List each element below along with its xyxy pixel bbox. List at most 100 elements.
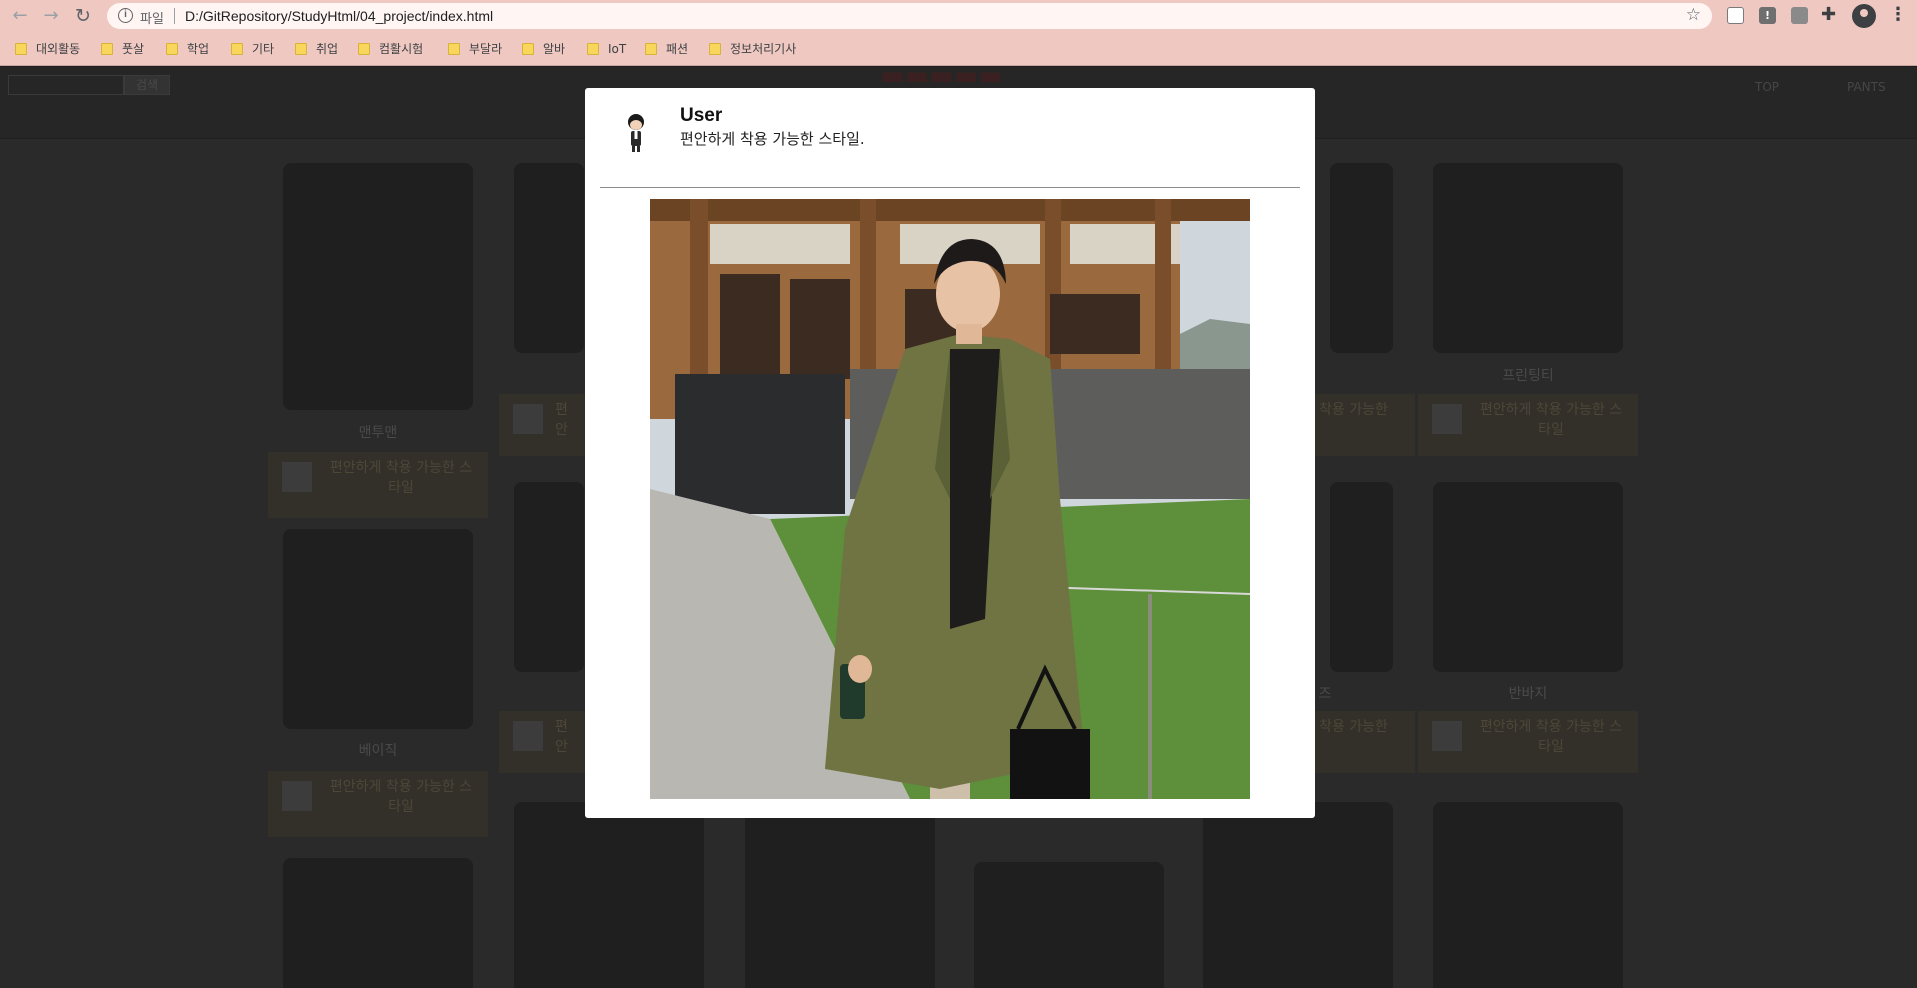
menu-top[interactable]: TOP [1755, 80, 1779, 94]
product-image[interactable] [283, 858, 473, 988]
bookmark-label: 부달라 [469, 42, 503, 56]
product-name: 베이직 [358, 743, 398, 759]
bookmark-label: 패션 [666, 42, 689, 56]
folder-icon [587, 43, 599, 55]
bookmarks-bar: 대외활동 풋살 학업 기타 취업 컴활시험 부달라 알바 IoT 패션 정보처리… [0, 32, 1917, 66]
menu-pants[interactable]: PANTS [1847, 80, 1886, 94]
product-description-text: 착용 가능한 [1319, 402, 1388, 418]
bookmark-item[interactable]: 부달라 [448, 40, 502, 58]
product-image[interactable] [1330, 482, 1393, 672]
product-image[interactable] [1330, 163, 1393, 353]
extension-image-icon[interactable] [1791, 7, 1808, 24]
folder-icon [358, 43, 370, 55]
product-description: 편안 [499, 394, 585, 456]
product-description: 편안하게 착용 가능한 스타일 [1418, 394, 1638, 456]
bookmark-item[interactable]: IoT [587, 40, 626, 58]
product-image[interactable] [1433, 482, 1623, 672]
bookmark-item[interactable]: 대외활동 [15, 40, 80, 58]
folder-icon [101, 43, 113, 55]
back-arrow-icon[interactable]: ← [9, 5, 31, 27]
extensions-puzzle-icon[interactable]: ✚ [1821, 4, 1836, 25]
product-description-text: 편안 [555, 719, 568, 755]
bookmark-item[interactable]: 알바 [522, 40, 565, 58]
product-description: 편안하게 착용 가능한 스타일 [268, 452, 488, 518]
folder-icon [15, 43, 27, 55]
bookmark-item[interactable]: 풋살 [101, 40, 144, 58]
bookmark-label: 풋살 [122, 42, 145, 56]
user-thumbnail [513, 404, 543, 434]
bookmark-label: 정보처리기사 [730, 42, 797, 56]
user-thumbnail [282, 781, 312, 811]
bookmark-label: 컴활시험 [379, 42, 424, 56]
address-bar[interactable]: i 파일 D:/GitRepository/StudyHtml/04_proje… [107, 3, 1712, 29]
product-image[interactable] [283, 529, 473, 729]
product-description-text: 편안하게 착용 가능한 스타일 [1479, 719, 1623, 755]
address-scheme-label: 파일 [140, 12, 164, 27]
site-info-icon[interactable]: i [118, 8, 133, 23]
folder-icon [522, 43, 534, 55]
bookmark-label: 기타 [252, 42, 275, 56]
extension-info-icon[interactable]: ! [1759, 7, 1776, 24]
folder-icon [295, 43, 307, 55]
product-image[interactable] [974, 862, 1164, 988]
folder-icon [231, 43, 243, 55]
bookmark-item[interactable]: 취업 [295, 40, 338, 58]
bookmark-item[interactable]: 기타 [231, 40, 274, 58]
modal-divider [600, 187, 1300, 188]
product-description-text: 편안하게 착용 가능한 스타일 [329, 460, 473, 496]
product-name: 맨투맨 [358, 425, 398, 441]
product-description-text: 편안하게 착용 가능한 스타일 [1479, 402, 1623, 438]
folder-icon [709, 43, 721, 55]
product-description: 편안하게 착용 가능한 스타일 [268, 771, 488, 837]
product-description: 착용 가능한 [1315, 394, 1415, 456]
product-image[interactable] [745, 802, 935, 988]
product-name: 즈 [1318, 686, 1332, 702]
extension-screen-icon[interactable] [1727, 7, 1744, 24]
product-name: 반바지 [1508, 686, 1548, 702]
bookmark-label: 대외활동 [36, 42, 81, 56]
product-image[interactable] [514, 802, 704, 988]
browser-menu-icon[interactable]: ⋮ [1889, 4, 1907, 25]
folder-icon [645, 43, 657, 55]
user-thumbnail [513, 721, 543, 751]
bookmark-label: 학업 [187, 42, 210, 56]
product-description-text: 편안하게 착용 가능한 스타일 [329, 779, 473, 815]
folder-icon [448, 43, 460, 55]
browser-toolbar: ← → ↻ i 파일 D:/GitRepository/StudyHtml/04… [0, 0, 1917, 32]
bookmark-item[interactable]: 정보처리기사 [709, 40, 796, 58]
modal-username: User [680, 105, 723, 126]
user-avatar-icon [628, 114, 644, 152]
post-modal: User 편안하게 착용 가능한 스타일. [585, 88, 1315, 818]
bookmark-label: IoT [608, 42, 627, 56]
bookmark-item[interactable]: 학업 [166, 40, 209, 58]
modal-caption: 편안하게 착용 가능한 스타일. [680, 130, 865, 148]
user-thumbnail [1432, 404, 1462, 434]
profile-avatar-icon[interactable] [1852, 4, 1876, 28]
search-input[interactable] [8, 75, 124, 95]
product-description: 착용 가능한 [1315, 711, 1415, 773]
forward-arrow-icon[interactable]: → [40, 5, 62, 27]
product-image[interactable] [1433, 802, 1623, 988]
user-thumbnail [282, 462, 312, 492]
fashion-photo [650, 199, 1250, 799]
product-description-text: 착용 가능한 [1319, 719, 1388, 735]
address-separator [174, 8, 175, 24]
product-name: 프린팅티 [1502, 368, 1554, 384]
reload-icon[interactable]: ↻ [72, 5, 94, 27]
product-description: 편안하게 착용 가능한 스타일 [1418, 711, 1638, 773]
product-description: 편안 [499, 711, 585, 773]
product-description-text: 편안 [555, 402, 568, 438]
bookmark-star-icon[interactable]: ☆ [1686, 5, 1701, 25]
product-image[interactable] [514, 163, 584, 353]
bookmark-label: 알바 [543, 42, 566, 56]
product-image[interactable] [1203, 802, 1393, 988]
product-image[interactable] [283, 163, 473, 410]
search-button[interactable]: 검색 [124, 75, 170, 95]
user-thumbnail [1432, 721, 1462, 751]
product-image[interactable] [514, 482, 584, 672]
bookmark-label: 취업 [316, 42, 339, 56]
bookmark-item[interactable]: 컴활시험 [358, 40, 423, 58]
product-image[interactable] [1433, 163, 1623, 353]
address-url[interactable]: D:/GitRepository/StudyHtml/04_project/in… [185, 8, 493, 24]
bookmark-item[interactable]: 패션 [645, 40, 688, 58]
